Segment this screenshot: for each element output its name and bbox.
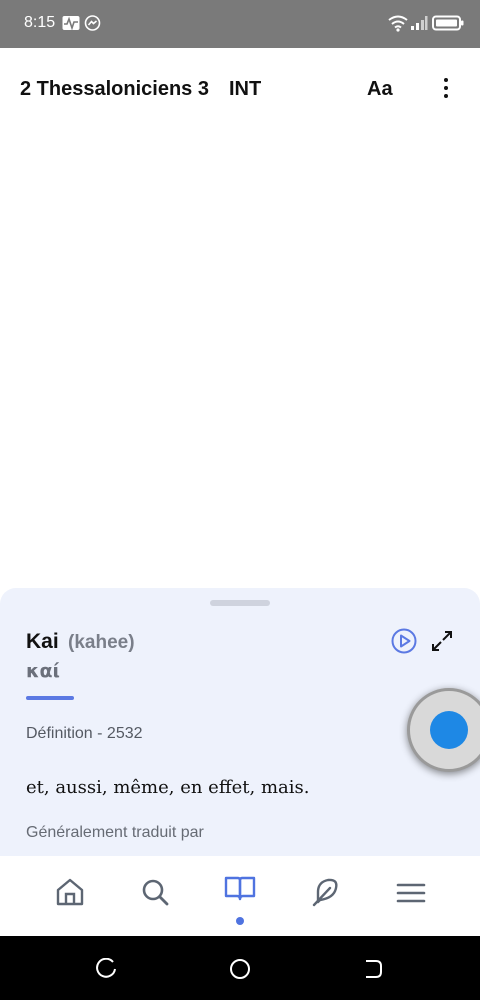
circle-icon (430, 711, 468, 749)
battery-icon (432, 15, 464, 31)
definition-text: et, aussi, même, en effet, mais. (26, 777, 310, 798)
back-icon[interactable] (362, 958, 384, 980)
expand-icon[interactable] (431, 630, 453, 652)
translation-selector[interactable]: INT (229, 78, 261, 101)
word-title: Kai (26, 630, 59, 653)
feather-icon[interactable] (310, 876, 342, 908)
signal-icon (411, 16, 428, 30)
bottom-navigation (0, 856, 480, 936)
tab-indicator (26, 696, 74, 700)
play-circle-icon[interactable] (391, 628, 417, 654)
home-icon[interactable] (54, 876, 86, 908)
status-time: 8:15 (24, 14, 56, 31)
word-pronunciation: (kahee) (68, 632, 135, 653)
definition-label: Définition - 2532 (26, 725, 143, 742)
active-indicator (236, 917, 244, 925)
menu-icon[interactable] (395, 876, 427, 908)
status-bar: 8:15 (0, 0, 480, 48)
usage-label: Généralement traduit par (26, 824, 204, 841)
wifi-icon (388, 15, 408, 32)
messenger-icon (84, 15, 101, 31)
font-size-button[interactable]: Aa (367, 78, 393, 101)
reader-header: 2 Thessaloniciens 3 INT Aa (0, 48, 480, 132)
chapter-selector[interactable]: 2 Thessaloniciens 3 (20, 78, 209, 101)
more-vertical-icon[interactable] (436, 78, 456, 100)
home-circle-icon[interactable] (229, 958, 251, 980)
book-icon[interactable] (224, 873, 256, 905)
system-navigation (0, 936, 480, 1000)
search-icon[interactable] (139, 876, 171, 908)
activity-icon (62, 16, 80, 31)
recents-icon[interactable] (96, 958, 118, 980)
drag-handle[interactable] (210, 600, 270, 606)
greek-word: καί (26, 660, 60, 682)
